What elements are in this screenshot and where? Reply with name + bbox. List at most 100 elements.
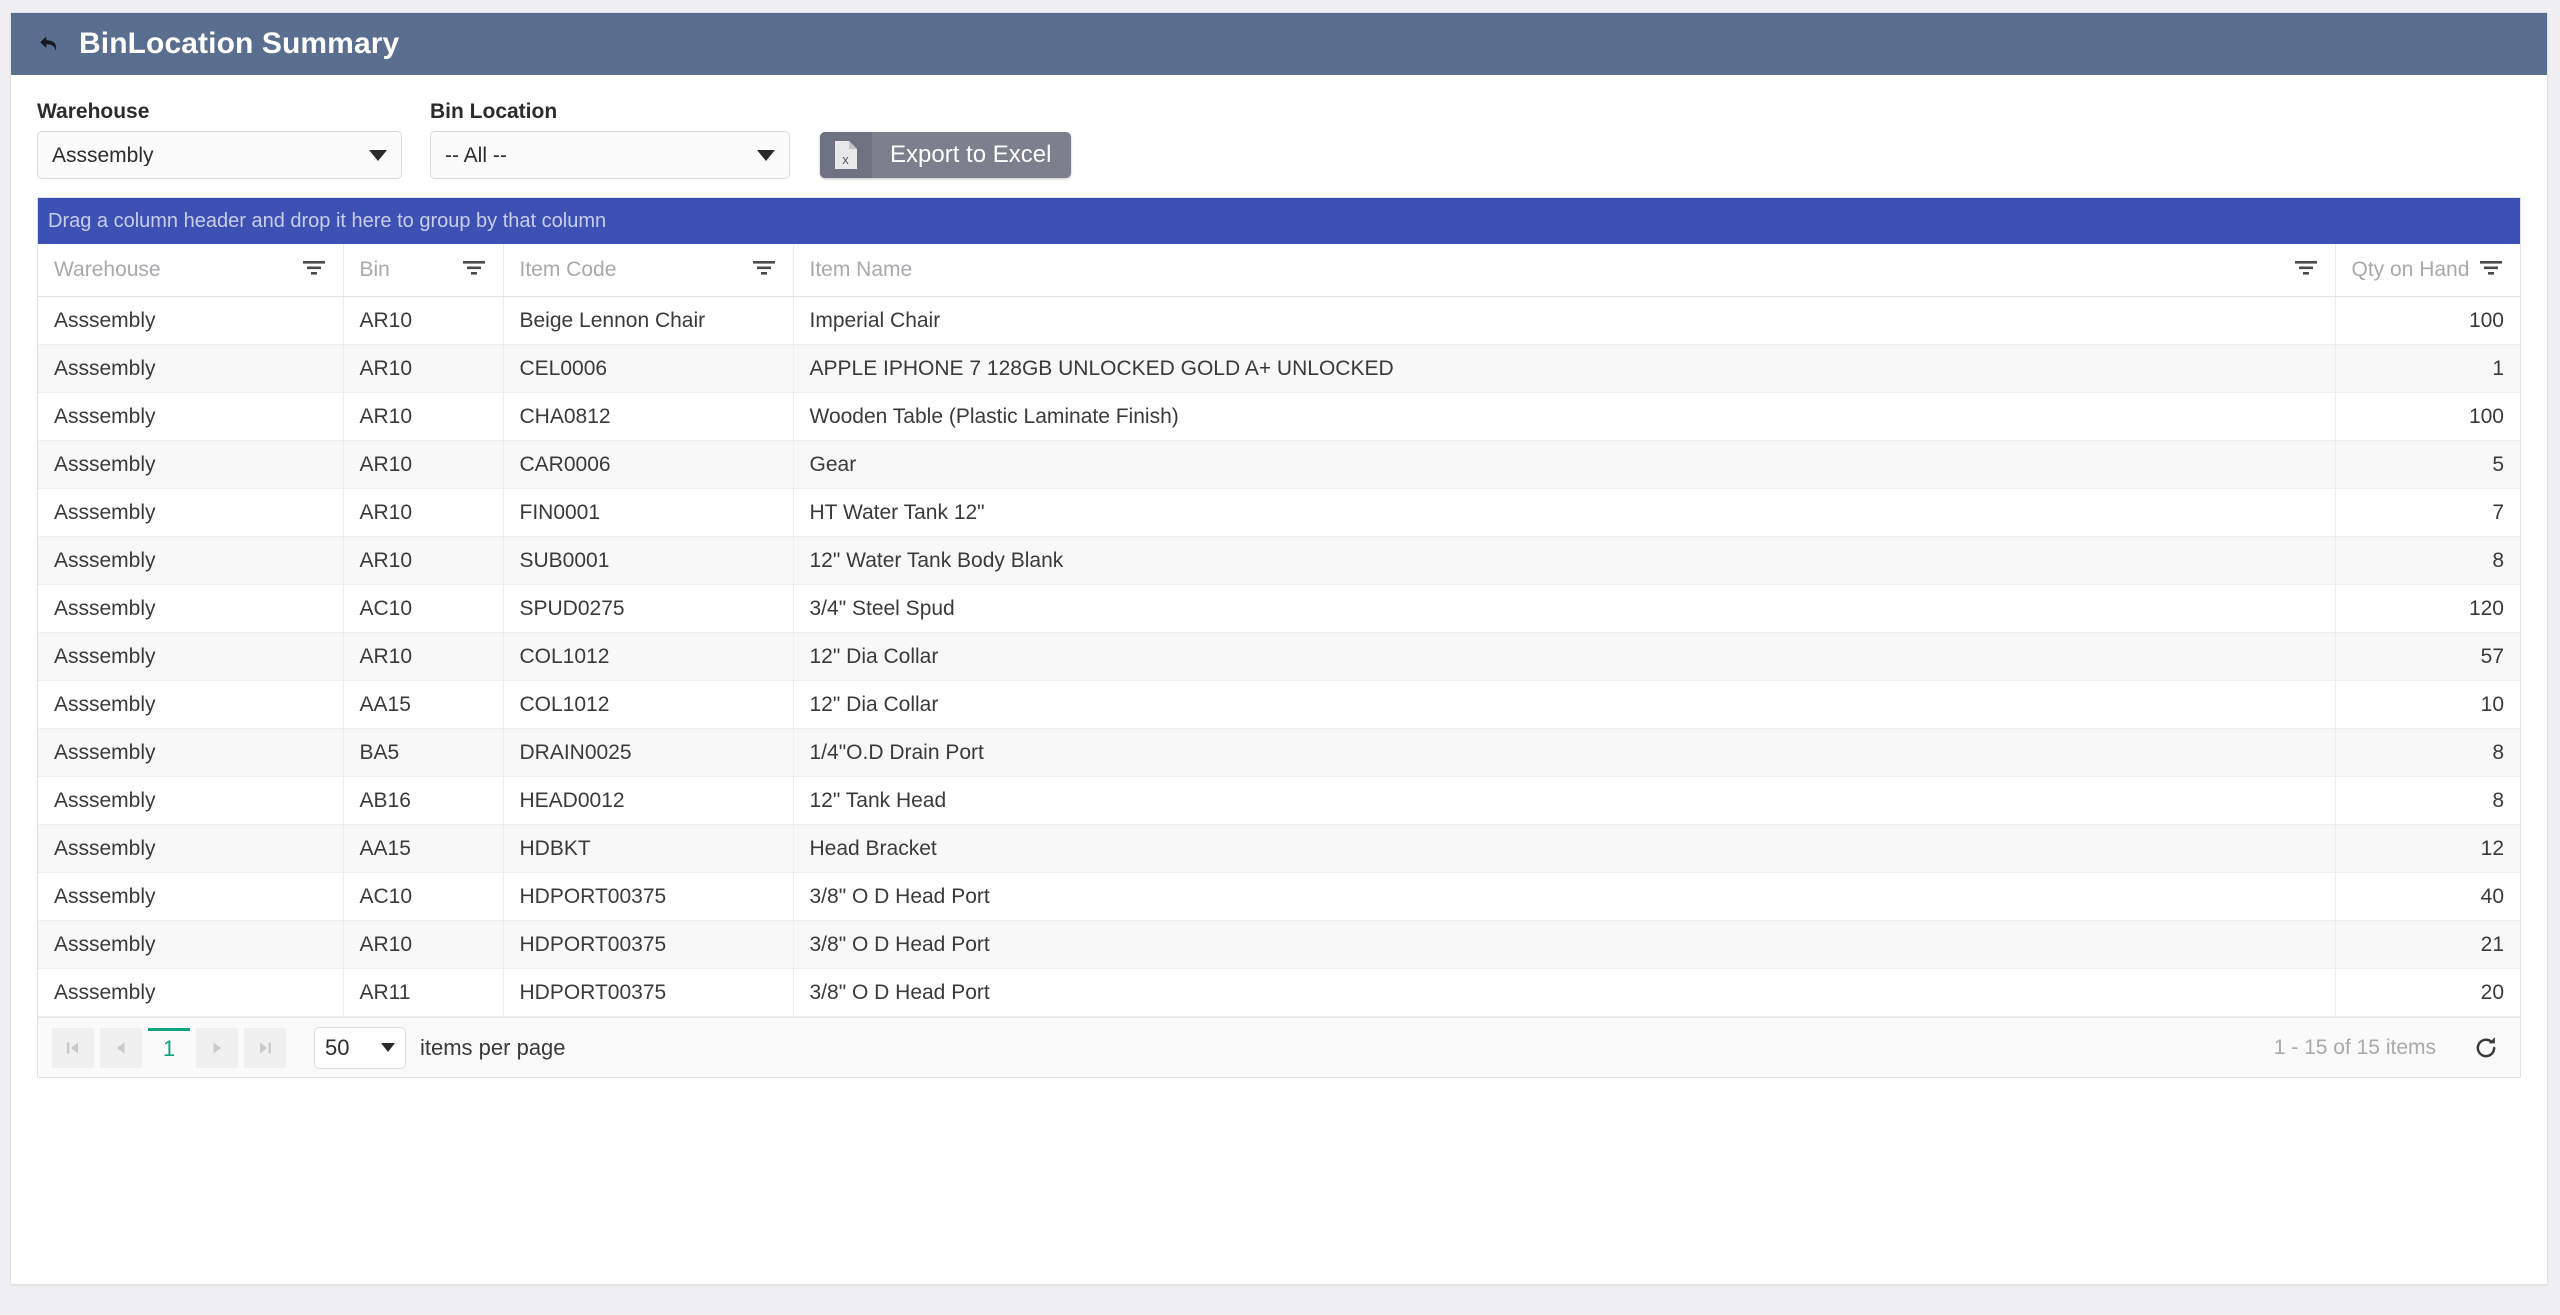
table-row[interactable]: Asssembly AB16 HEAD0012 12" Tank Head 8: [38, 776, 2520, 825]
table-header-row: Warehouse Bin Item Code Item Name Qty on…: [38, 244, 2520, 297]
group-by-hint: Drag a column header and drop it here to…: [48, 210, 607, 232]
filter-toolbar: Warehouse Asssembly Bin Location -- All …: [11, 75, 2547, 179]
page-header: BinLocation Summary: [11, 13, 2547, 75]
cell-item-code: SUB0001: [503, 536, 794, 585]
column-header-warehouse-label: Warehouse: [54, 258, 161, 281]
data-grid: Drag a column header and drop it here to…: [37, 197, 2521, 1078]
cell-item-code: HDBKT: [503, 824, 794, 873]
cell-item-name: Gear: [793, 440, 2336, 489]
cell-item-name: Wooden Table (Plastic Laminate Finish): [793, 392, 2336, 441]
first-page-icon[interactable]: [52, 1027, 94, 1068]
cell-warehouse: Asssembly: [38, 728, 344, 777]
column-header-bin-label: Bin: [359, 258, 390, 281]
cell-qty-on-hand: 7: [2335, 488, 2520, 537]
page-size-select[interactable]: 50: [314, 1026, 406, 1069]
export-to-excel-button[interactable]: x Export to Excel: [820, 132, 1072, 178]
group-by-dropzone[interactable]: Drag a column header and drop it here to…: [38, 198, 2520, 244]
table-row[interactable]: Asssembly AR10 SUB0001 12" Water Tank Body …: [38, 536, 2520, 585]
cell-item-name: APPLE IPHONE 7 128GB UNLOCKED GOLD A+ UN…: [793, 344, 2336, 393]
table-row[interactable]: Asssembly AR10 COL1012 12" Dia Collar 57: [38, 632, 2520, 681]
page-size-value: 50: [325, 1034, 350, 1060]
cell-bin: AC10: [343, 584, 504, 633]
cell-warehouse: Asssembly: [38, 344, 344, 393]
cell-warehouse: Asssembly: [38, 392, 344, 441]
cell-item-code: HEAD0012: [503, 776, 794, 825]
cell-qty-on-hand: 8: [2335, 536, 2520, 585]
chevron-down-icon: [369, 149, 387, 161]
filter-icon[interactable]: [461, 257, 487, 283]
cell-bin: AB16: [343, 776, 504, 825]
cell-bin: AR11: [343, 968, 504, 1017]
cell-item-code: HDPORT00375: [503, 968, 794, 1017]
cell-bin: BA5: [343, 728, 504, 777]
refresh-icon[interactable]: [2466, 1028, 2506, 1068]
cell-item-code: FIN0001: [503, 488, 794, 537]
page-number-1[interactable]: 1: [148, 1027, 190, 1068]
table-row[interactable]: Asssembly AR11 HDPORT00375 3/8" O D Head Po…: [38, 968, 2520, 1017]
page-title: BinLocation Summary: [79, 27, 400, 60]
cell-warehouse: Asssembly: [38, 488, 344, 537]
cell-item-name: 12" Dia Collar: [793, 680, 2336, 729]
cell-bin: AR10: [343, 632, 504, 681]
column-header-qty-on-hand[interactable]: Qty on Hand: [2335, 244, 2520, 297]
cell-item-name: HT Water Tank 12": [793, 488, 2336, 537]
cell-item-code: HDPORT00375: [503, 872, 794, 921]
warehouse-select-value: Asssembly: [52, 144, 154, 166]
table-row[interactable]: Asssembly AR10 CAR0006 Gear 5: [38, 440, 2520, 489]
item-count-label: 1 - 15 of 15 items: [2273, 1035, 2436, 1059]
cell-qty-on-hand: 20: [2335, 968, 2520, 1017]
warehouse-select[interactable]: Asssembly: [37, 131, 402, 179]
table-header: Warehouse Bin Item Code Item Name Qty on…: [38, 244, 2520, 297]
column-header-bin[interactable]: Bin: [343, 244, 504, 297]
table-row[interactable]: Asssembly AR10 FIN0001 HT Water Tank 12" 7: [38, 488, 2520, 537]
cell-warehouse: Asssembly: [38, 296, 344, 345]
filter-icon[interactable]: [751, 257, 777, 283]
cell-item-code: CAR0006: [503, 440, 794, 489]
cell-qty-on-hand: 8: [2335, 776, 2520, 825]
cell-bin: AR10: [343, 440, 504, 489]
table-body: Asssembly AR10 Beige Lennon Chair Imperial …: [38, 296, 2520, 1017]
filter-icon[interactable]: [2293, 257, 2319, 283]
binlocation-field-group: Bin Location -- All --: [430, 101, 790, 179]
back-arrow-icon[interactable]: [33, 27, 67, 61]
cell-bin: AA15: [343, 680, 504, 729]
binlocation-select[interactable]: -- All --: [430, 131, 790, 179]
warehouse-label: Warehouse: [37, 100, 150, 123]
cell-item-name: 3/4" Steel Spud: [793, 584, 2336, 633]
table-row[interactable]: Asssembly BA5 DRAIN0025 1/4"O.D Drain Port 8: [38, 728, 2520, 777]
table-row[interactable]: Asssembly AR10 CHA0812 Wooden Table (Plasti…: [38, 392, 2520, 441]
cell-item-code: SPUD0275: [503, 584, 794, 633]
column-header-item-code[interactable]: Item Code: [503, 244, 794, 297]
binlocation-label: Bin Location: [430, 100, 558, 123]
export-to-excel-label: Export to Excel: [890, 141, 1052, 168]
column-header-warehouse[interactable]: Warehouse: [38, 244, 344, 297]
filter-icon[interactable]: [301, 257, 327, 283]
filter-icon[interactable]: [2478, 257, 2504, 283]
cell-bin: AR10: [343, 392, 504, 441]
binlocation-select-value: -- All --: [445, 144, 507, 166]
cell-qty-on-hand: 5: [2335, 440, 2520, 489]
cell-warehouse: Asssembly: [38, 968, 344, 1017]
cell-qty-on-hand: 100: [2335, 296, 2520, 345]
table-row[interactable]: Asssembly AA15 COL1012 12" Dia Collar 10: [38, 680, 2520, 729]
table-row[interactable]: Asssembly AC10 SPUD0275 3/4" Steel Spud 120: [38, 584, 2520, 633]
last-page-icon[interactable]: [244, 1027, 286, 1068]
next-page-icon[interactable]: [196, 1027, 238, 1068]
cell-bin: AR10: [343, 344, 504, 393]
table-row[interactable]: Asssembly AC10 HDPORT00375 3/8" O D Head Po…: [38, 872, 2520, 921]
table-row[interactable]: Asssembly AA15 HDBKT Head Bracket 12: [38, 824, 2520, 873]
cell-item-name: Head Bracket: [793, 824, 2336, 873]
cell-item-code: COL1012: [503, 632, 794, 681]
cell-qty-on-hand: 12: [2335, 824, 2520, 873]
cell-item-name: 3/8" O D Head Port: [793, 968, 2336, 1017]
warehouse-field-group: Warehouse Asssembly: [37, 101, 402, 179]
binlocation-table: Warehouse Bin Item Code Item Name Qty on…: [38, 244, 2520, 1017]
previous-page-icon[interactable]: [100, 1027, 142, 1068]
column-header-item-name[interactable]: Item Name: [793, 244, 2336, 297]
pager-buttons: 1: [52, 1027, 286, 1068]
cell-warehouse: Asssembly: [38, 824, 344, 873]
cell-item-code: Beige Lennon Chair: [503, 296, 794, 345]
table-row[interactable]: Asssembly AR10 HDPORT00375 3/8" O D Head Po…: [38, 920, 2520, 969]
table-row[interactable]: Asssembly AR10 Beige Lennon Chair Imperial …: [38, 296, 2520, 345]
table-row[interactable]: Asssembly AR10 CEL0006 APPLE IPHONE 7 128GB…: [38, 344, 2520, 393]
